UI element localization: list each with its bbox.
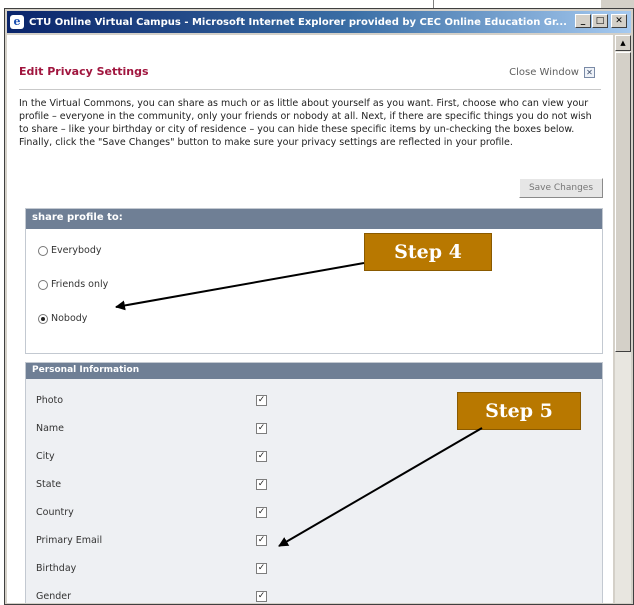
page-title: Edit Privacy Settings	[19, 65, 149, 78]
step-5-callout: Step 5	[457, 392, 581, 430]
window-title: CTU Online Virtual Campus - Microsoft In…	[29, 16, 567, 28]
radio-button[interactable]	[38, 279, 48, 290]
name-checkbox[interactable]: ✓	[256, 422, 267, 434]
gender-checkbox[interactable]: ✓	[256, 590, 267, 602]
radio-label[interactable]: Everybody	[51, 245, 102, 256]
maximize-icon[interactable]: □	[592, 14, 608, 28]
city-checkbox[interactable]: ✓	[256, 450, 267, 462]
window-titlebar[interactable]: e CTU Online Virtual Campus - Microsoft …	[7, 11, 631, 33]
share-profile-heading: share profile to:	[26, 209, 602, 229]
ie-icon: e	[10, 15, 24, 29]
primary-email-checkbox[interactable]: ✓	[256, 534, 267, 546]
radio-button[interactable]	[38, 245, 48, 256]
info-label: Birthday	[36, 562, 77, 574]
info-label: State	[36, 478, 62, 490]
radio-nobody[interactable]: Nobody	[38, 313, 87, 324]
scroll-up-icon[interactable]: ▲	[615, 35, 631, 51]
info-row-gender: Gender ✓	[26, 582, 602, 603]
page-content: Edit Privacy Settings Close Window ✕ In …	[7, 35, 613, 603]
header-divider	[19, 89, 601, 90]
info-row-birthday: Birthday ✓	[26, 554, 602, 582]
close-window-label[interactable]: Close Window	[509, 67, 579, 78]
info-row-country: Country ✓	[26, 498, 602, 526]
close-icon[interactable]: ✕	[611, 14, 627, 28]
country-checkbox[interactable]: ✓	[256, 506, 267, 518]
browser-popup-window: e CTU Online Virtual Campus - Microsoft …	[4, 8, 634, 605]
radio-label[interactable]: Friends only	[51, 279, 108, 290]
minimize-icon[interactable]: _	[575, 14, 591, 28]
info-label: City	[36, 450, 55, 462]
radio-button[interactable]	[38, 313, 48, 324]
info-row-state: State ✓	[26, 470, 602, 498]
step-4-callout: Step 4	[364, 233, 492, 271]
info-row-city: City ✓	[26, 442, 602, 470]
radio-everybody[interactable]: Everybody	[38, 245, 102, 256]
save-changes-button[interactable]: Save Changes	[519, 178, 603, 198]
info-label: Primary Email	[36, 534, 103, 546]
vertical-scrollbar[interactable]: ▲	[615, 35, 631, 603]
share-profile-panel: share profile to: Everybody Friends only…	[25, 208, 603, 354]
birthday-checkbox[interactable]: ✓	[256, 562, 267, 574]
info-label: Photo	[36, 394, 64, 406]
info-label: Name	[36, 422, 65, 434]
close-window-icon[interactable]: ✕	[584, 67, 595, 78]
close-window-link[interactable]: Close Window ✕	[509, 67, 595, 78]
scroll-thumb[interactable]	[615, 52, 631, 352]
state-checkbox[interactable]: ✓	[256, 478, 267, 490]
personal-information-heading: Personal Information	[26, 363, 602, 379]
intro-text: In the Virtual Commons, you can share as…	[19, 98, 592, 148]
radio-friends-only[interactable]: Friends only	[38, 279, 108, 290]
radio-label[interactable]: Nobody	[51, 313, 87, 324]
info-row-primary-email: Primary Email ✓	[26, 526, 602, 554]
info-label: Gender	[36, 590, 72, 602]
photo-checkbox[interactable]: ✓	[256, 394, 267, 406]
info-label: Country	[36, 506, 74, 518]
